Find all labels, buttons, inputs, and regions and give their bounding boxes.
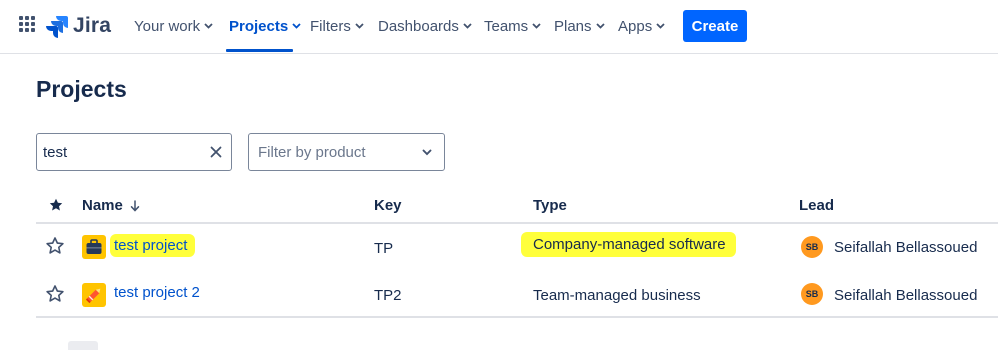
project-key: TP <box>374 240 394 257</box>
nav-label: Projects <box>229 17 289 35</box>
nav-label: Teams <box>484 17 529 35</box>
project-name-link[interactable]: test project <box>110 234 196 257</box>
nav-apps[interactable]: Apps <box>618 14 665 38</box>
chevron-down-icon <box>532 23 541 29</box>
star-outline-icon[interactable] <box>45 284 65 304</box>
star-filled-icon <box>49 198 63 211</box>
column-header-label: Type <box>533 197 567 214</box>
chevron-down-icon <box>204 23 213 29</box>
table-header-divider <box>36 222 998 224</box>
table-bottom-divider <box>36 316 998 318</box>
column-header-type[interactable]: Type <box>533 197 567 214</box>
nav-projects[interactable]: Projects <box>229 14 301 38</box>
jira-logo-icon <box>46 16 68 38</box>
nav-dashboards[interactable]: Dashboards <box>378 14 472 38</box>
nav-label: Dashboards <box>378 17 459 35</box>
page-title: Projects <box>36 76 127 102</box>
column-header-lead[interactable]: Lead <box>799 197 834 214</box>
top-navigation-bar: Jira Your work Projects Filters Dashboar… <box>0 0 998 54</box>
arrow-down-icon[interactable] <box>130 199 140 212</box>
project-type: Company-managed software <box>521 232 736 257</box>
project-type-text: Company-managed software <box>521 232 736 257</box>
nav-label: Plans <box>554 17 592 35</box>
column-header-label: Lead <box>799 197 835 214</box>
search-field[interactable] <box>36 133 232 171</box>
pagination-button[interactable] <box>68 341 98 350</box>
project-name: test project <box>110 234 196 257</box>
nav-filters[interactable]: Filters <box>310 14 364 38</box>
column-header-key[interactable]: Key <box>374 197 402 214</box>
column-header-label: Key <box>374 197 402 214</box>
nav-teams[interactable]: Teams <box>484 14 541 38</box>
pencil-icon <box>82 283 106 307</box>
nav-label: Filters <box>310 17 351 35</box>
jira-logo[interactable]: Jira <box>46 13 111 39</box>
project-lead[interactable]: Seifallah Bellassoued <box>834 239 977 256</box>
project-lead[interactable]: Seifallah Bellassoued <box>834 287 977 304</box>
chevron-down-icon <box>292 23 301 29</box>
chevron-down-icon <box>422 149 432 156</box>
nav-your-work[interactable]: Your work <box>134 14 213 38</box>
filter-placeholder: Filter by product <box>258 144 366 161</box>
nav-plans[interactable]: Plans <box>554 14 605 38</box>
project-key: TP2 <box>374 287 402 304</box>
create-button[interactable]: Create <box>683 10 747 42</box>
column-header-label: Name <box>82 197 123 214</box>
search-input[interactable] <box>43 142 193 162</box>
active-tab-indicator <box>226 49 293 52</box>
chevron-down-icon <box>355 23 364 29</box>
nav-label: Apps <box>618 17 653 35</box>
chevron-down-icon <box>595 23 605 29</box>
close-icon[interactable] <box>210 146 222 158</box>
project-type: Team-managed business <box>533 287 701 304</box>
column-header-name[interactable]: Name <box>82 197 140 214</box>
chevron-down-icon <box>463 23 472 29</box>
product-filter-select[interactable]: Filter by product <box>248 133 445 171</box>
chevron-down-icon <box>656 23 665 29</box>
nav-label: Your work <box>134 17 201 35</box>
avatar[interactable]: SB <box>801 283 823 305</box>
apps-grid-icon[interactable] <box>19 16 35 32</box>
avatar[interactable]: SB <box>801 236 823 258</box>
app-name: Jira <box>73 14 112 37</box>
star-outline-icon[interactable] <box>45 236 65 256</box>
briefcase-icon <box>82 235 106 259</box>
project-name-link[interactable]: test project 2 <box>114 284 200 301</box>
